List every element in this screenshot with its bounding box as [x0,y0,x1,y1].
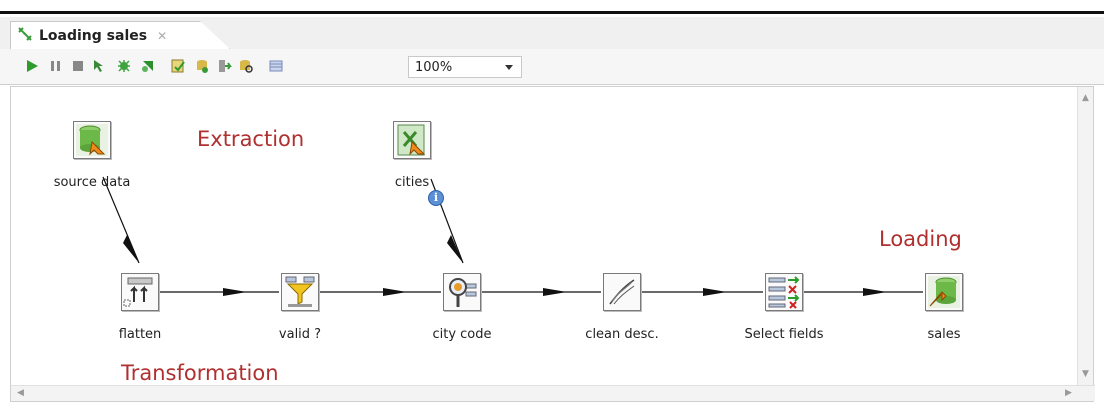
step-clean-desc[interactable] [603,273,641,311]
table-output-icon [928,276,960,308]
scroll-up-icon[interactable]: ▲ [1082,93,1089,103]
javascript-icon [609,279,635,305]
step-flatten[interactable] [121,273,159,311]
step-city-code[interactable] [443,273,481,311]
section-loading: Loading [879,227,962,251]
stop-icon[interactable] [70,58,86,74]
step-cities[interactable] [393,121,431,159]
sql-icon[interactable] [216,58,232,74]
step-label-select-fields: Select fields [744,327,824,342]
step-label-flatten: flatten [118,327,162,342]
horizontal-scrollbar[interactable]: ◀ ▶ [11,385,1095,401]
close-icon[interactable]: ✕ [157,29,167,43]
info-icon[interactable]: i [428,190,444,206]
run-icon[interactable] [24,58,40,74]
show-results-icon[interactable] [268,58,284,74]
vertical-scrollbar[interactable]: ▲ ▼ [1077,87,1093,385]
replay-icon[interactable] [140,58,156,74]
toolbar: 100% [0,49,1104,85]
explore-db-icon[interactable] [238,58,254,74]
step-sales[interactable] [925,273,963,311]
transformation-icon [17,26,33,46]
filter-rows-icon [285,276,315,307]
debug-icon[interactable] [116,58,132,74]
flattener-icon [123,277,153,307]
step-label-city-code: city code [432,327,492,342]
step-label-cities: cities [394,175,430,190]
section-extraction: Extraction [197,127,305,151]
hop-arrowhead [543,288,567,296]
tab-title: Loading sales [39,27,148,44]
editor-tab-bar: Loading sales ✕ [0,17,1104,49]
zoom-value: 100% [415,59,453,75]
chevron-down-icon [505,65,513,70]
scroll-right-icon[interactable]: ▶ [1065,388,1072,398]
step-label-valid: valid ? [278,327,322,342]
scroll-left-icon[interactable]: ◀ [17,388,24,398]
tab-loading-sales[interactable]: Loading sales ✕ [10,21,230,49]
pause-icon[interactable] [48,58,64,74]
excel-input-icon [397,124,426,156]
hop-arrowhead [447,235,463,263]
hop-arrowhead [703,288,727,296]
step-label-clean-desc: clean desc. [585,327,659,342]
window-top-border [0,0,1104,14]
step-select-fields[interactable] [765,273,803,311]
hop-arrowhead [123,235,139,263]
step-valid[interactable] [281,273,319,311]
table-input-icon [76,124,108,156]
step-source-data[interactable] [73,121,111,159]
step-label-source-data: source data [53,175,131,190]
hop-arrowhead [383,288,407,296]
select-values-icon [768,276,800,309]
scroll-down-icon[interactable]: ▼ [1082,369,1089,379]
hop-arrowhead [863,288,887,296]
preview-icon[interactable] [92,58,108,74]
section-transformation: Transformation [121,361,279,385]
step-label-sales: sales [927,327,961,342]
stream-lookup-icon [449,278,477,307]
zoom-select[interactable]: 100% [408,56,522,78]
impact-icon[interactable] [194,58,210,74]
transformation-canvas[interactable]: Extraction Loading Transformation source… [10,86,1095,402]
hop-arrowhead [223,288,247,296]
verify-icon[interactable] [170,58,186,74]
